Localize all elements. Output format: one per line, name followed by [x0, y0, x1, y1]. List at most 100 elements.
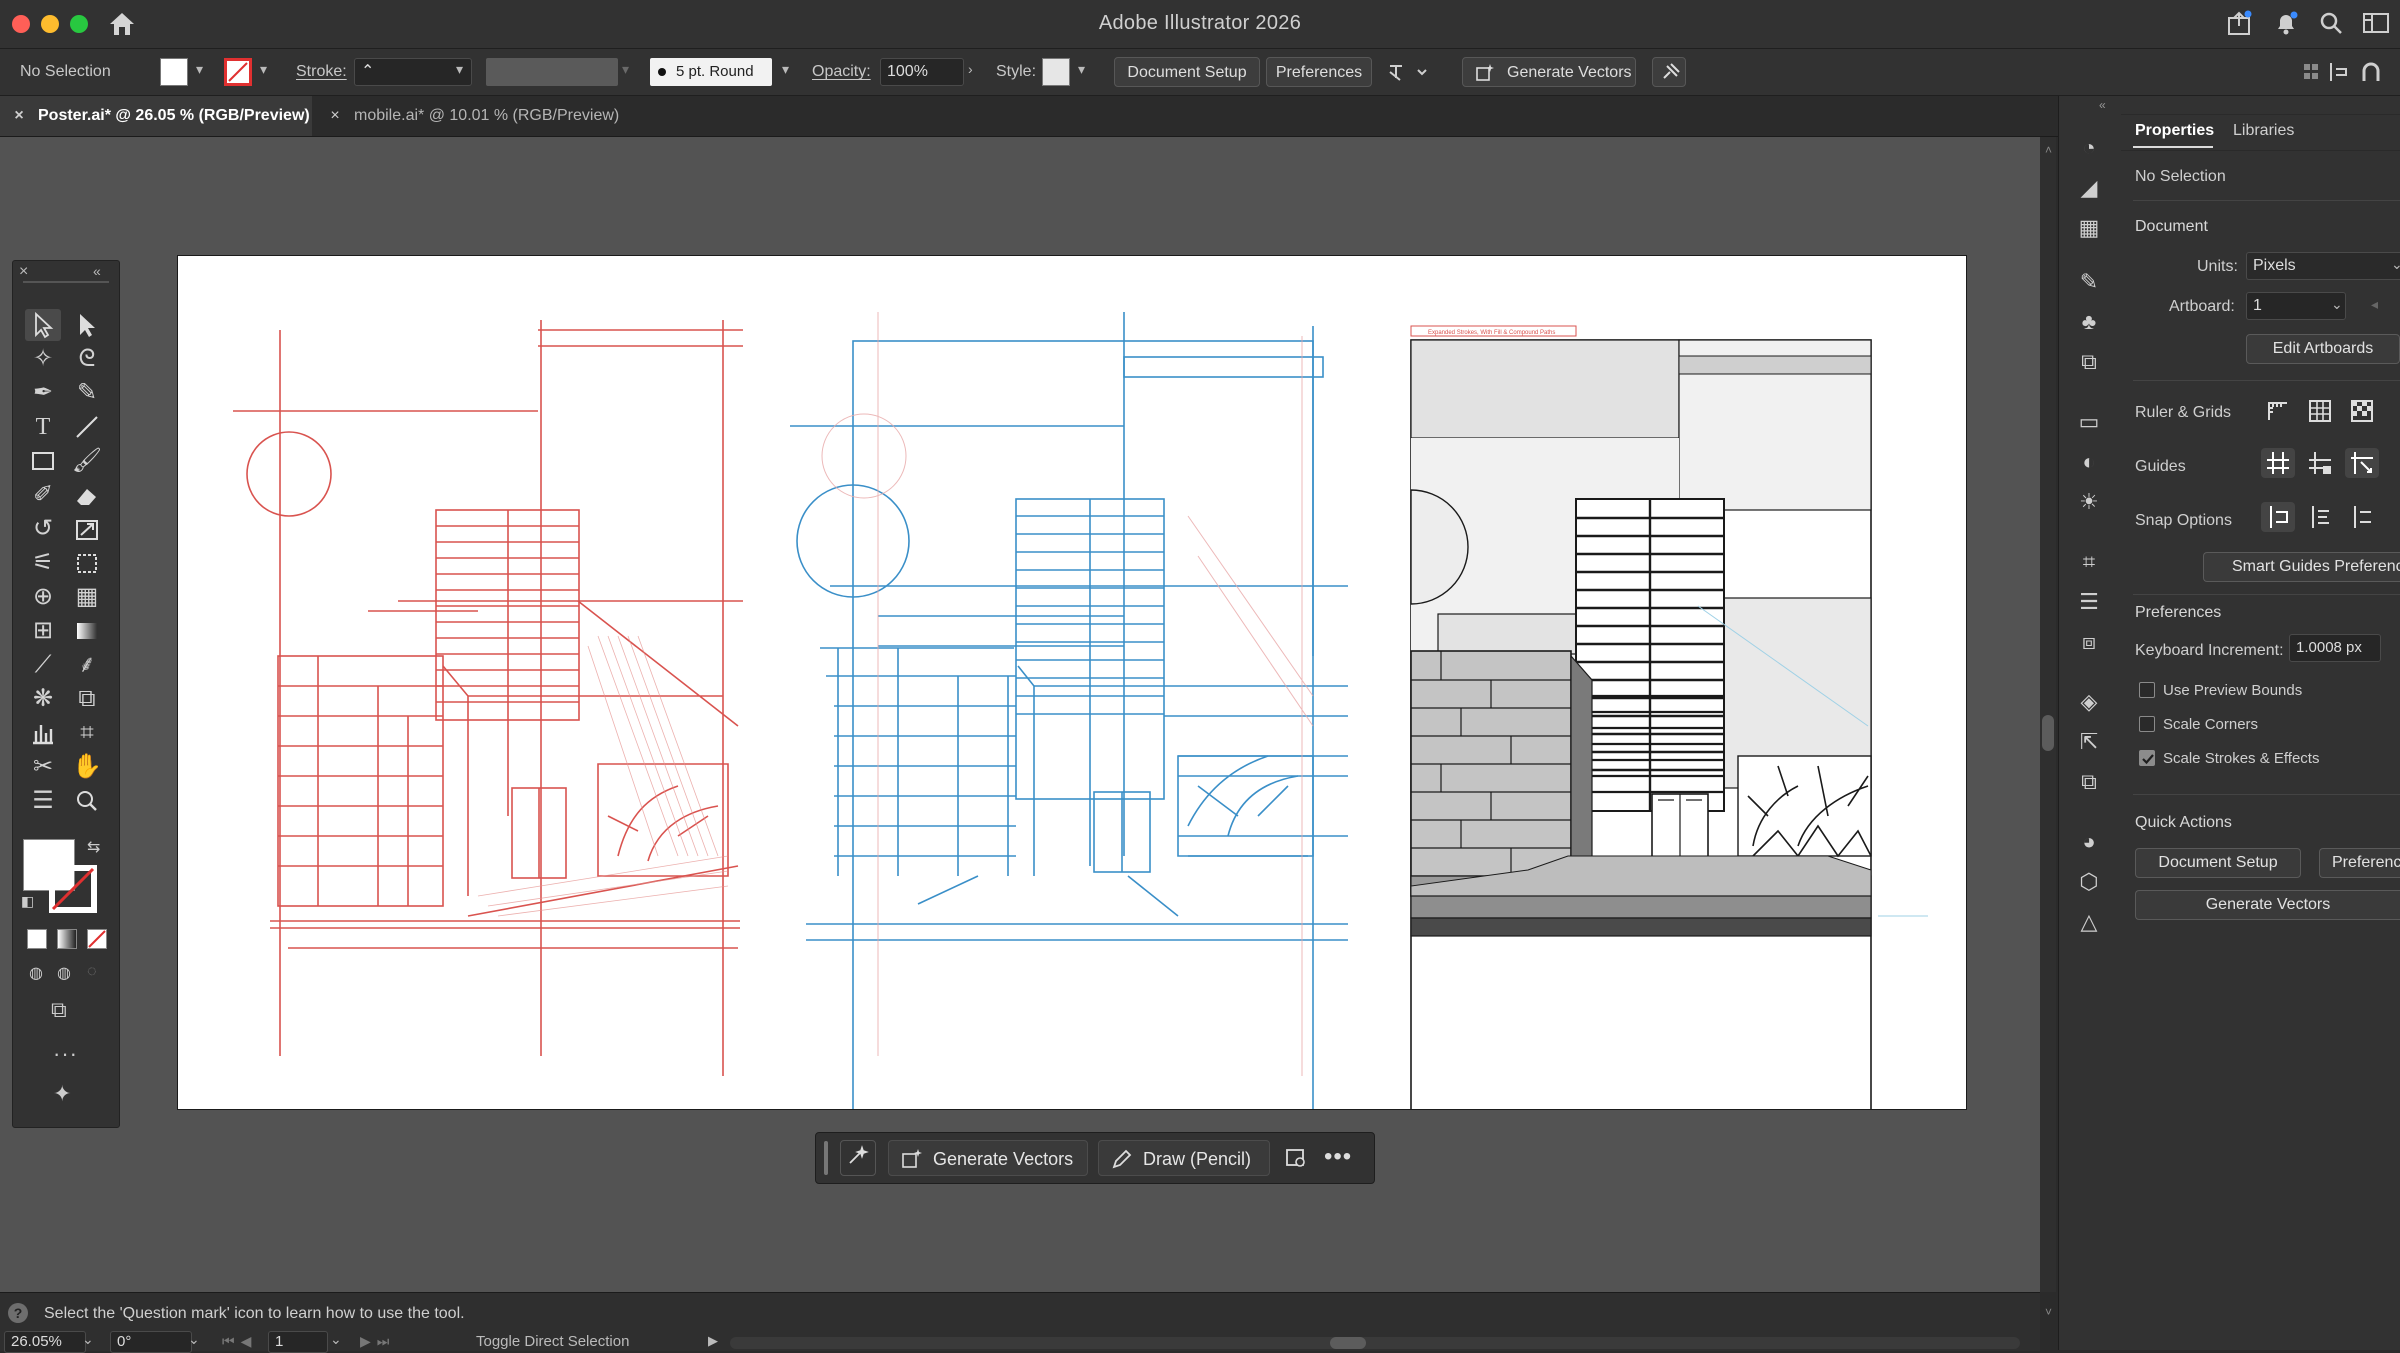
collapse-icon[interactable]: «	[2099, 98, 2106, 112]
transparency-panel-icon[interactable]: ◐	[2073, 446, 2105, 478]
none-mode-icon[interactable]	[87, 929, 107, 949]
eraser-tool-icon[interactable]	[69, 479, 105, 511]
symbols-panel-icon[interactable]: ♣	[2073, 306, 2105, 338]
variable-width-profile[interactable]	[486, 58, 618, 86]
smart-guides-preferences-button[interactable]: Smart Guides Preferences	[2203, 552, 2400, 582]
transform-panel-icon[interactable]: ⌗	[2073, 546, 2105, 578]
tab-properties[interactable]: Properties	[2135, 122, 2214, 140]
shape-builder-tool-icon[interactable]: ⊕	[25, 581, 61, 613]
chevron-down-icon[interactable]: ⌄	[330, 1331, 342, 1348]
scale-strokes-effects-checkbox[interactable]	[2139, 750, 2155, 766]
close-icon[interactable]: ×	[19, 263, 28, 281]
brushes-panel-icon[interactable]: ✎	[2073, 266, 2105, 298]
grid-icon[interactable]	[2303, 396, 2337, 426]
search-icon[interactable]	[2318, 10, 2344, 36]
free-transform-tool-icon[interactable]	[69, 547, 105, 579]
artboards-panel-icon[interactable]: ⧉	[2073, 766, 2105, 798]
properties-extra-icon[interactable]: △	[2073, 906, 2105, 938]
paintbrush-tool-icon[interactable]: 🖌	[69, 445, 105, 477]
column-graph-tool-icon[interactable]	[25, 717, 61, 749]
drag-handle[interactable]	[824, 1141, 828, 1175]
live-paint-tool-icon[interactable]: ⧉	[69, 683, 105, 715]
close-icon[interactable]: ×	[8, 96, 30, 136]
color-panel-icon[interactable]: ◔	[2073, 132, 2105, 164]
chevron-down-icon[interactable]: ▾	[456, 61, 463, 78]
color-guide-icon[interactable]: ◢	[2073, 172, 2105, 204]
type-tool-icon[interactable]: T	[25, 411, 61, 443]
mesh-tool-icon[interactable]: ⊞	[25, 615, 61, 647]
quick-document-setup-button[interactable]: Document Setup	[2135, 848, 2301, 878]
preferences-button[interactable]: Preferences	[1266, 57, 1372, 87]
magnet-icon[interactable]	[2360, 61, 2382, 83]
symbol-sprayer-tool-icon[interactable]: ❋	[25, 683, 61, 715]
brush-definition[interactable]: 5 pt. Round	[650, 58, 772, 86]
edit-artboards-button[interactable]: Edit Artboards	[2246, 334, 2400, 364]
workspace-switcher-icon[interactable]	[2362, 10, 2390, 36]
quick-preferences-button[interactable]: Preferences	[2319, 848, 2400, 878]
snap-icon[interactable]	[2328, 61, 2350, 83]
chevron-down-icon[interactable]: ⌄	[2391, 256, 2400, 273]
tab-poster[interactable]: × Poster.ai* @ 26.05 % (RGB/Preview)	[0, 96, 312, 136]
collapse-icon[interactable]: «	[93, 263, 101, 279]
pin-icon[interactable]: ✦	[53, 1081, 71, 1107]
fill-swatch[interactable]	[160, 58, 188, 86]
layers-panel-icon[interactable]: ◈	[2073, 686, 2105, 718]
selection-tool-icon[interactable]	[25, 309, 61, 341]
swap-colors-icon[interactable]: ⇆	[87, 837, 100, 857]
perspective-grid-tool-icon[interactable]: ▦	[69, 581, 105, 613]
curvature-tool-icon[interactable]: ✎	[69, 377, 105, 409]
quick-generate-vectors-button[interactable]: Generate Vectors	[2135, 890, 2400, 920]
align-tool-icon[interactable]: ☰	[25, 785, 61, 817]
magic-wand-tool-icon[interactable]: ✧	[25, 343, 61, 375]
draw-inside-icon[interactable]: ◌	[87, 963, 97, 981]
question-mark-icon[interactable]: ?	[8, 1303, 28, 1323]
opacity-label[interactable]: Opacity:	[812, 63, 871, 81]
stroke-label[interactable]: Stroke:	[296, 63, 347, 81]
vertical-scrollbar[interactable]: ˄ ˅	[2040, 137, 2056, 1319]
tab-libraries[interactable]: Libraries	[2233, 122, 2294, 140]
gradient-mode-icon[interactable]	[57, 929, 77, 949]
default-colors-icon[interactable]: ◧	[21, 893, 34, 910]
swatches-panel-icon[interactable]: ▦	[2073, 212, 2105, 244]
guides-show-icon[interactable]	[2261, 448, 2295, 478]
notifications-icon[interactable]	[2273, 10, 2299, 36]
chevron-up-icon[interactable]: ˄	[2045, 143, 2052, 157]
artboard-nav-icon[interactable]: ◂	[2371, 296, 2378, 313]
blend-tool-icon[interactable]: ⟋	[25, 649, 61, 681]
ink-drawing[interactable]: Expanded Strokes, With Fill & Compound P…	[1410, 325, 1928, 1109]
pathfinder-panel-icon[interactable]: ⧈	[2073, 626, 2105, 658]
chevron-down-icon[interactable]: ▾	[260, 61, 267, 78]
3d-materials-icon[interactable]: ⬡	[2073, 866, 2105, 898]
guides-smart-icon[interactable]	[2345, 448, 2379, 478]
graphic-style-swatch[interactable]	[1042, 58, 1070, 86]
artboard-nav-prev-icon[interactable]: ⏮◀	[222, 1333, 257, 1350]
chevron-right-icon[interactable]: ▶	[708, 1333, 718, 1349]
lasso-tool-icon[interactable]: ᘓ	[69, 343, 105, 375]
chevron-down-icon[interactable]: ▾	[196, 61, 203, 78]
more-options-icon[interactable]: •••	[1324, 1143, 1352, 1171]
hand-tool-icon[interactable]: ✋	[69, 751, 105, 783]
zoom-tool-icon[interactable]	[69, 785, 105, 817]
chevron-down-icon[interactable]: ▾	[782, 61, 789, 78]
rectangle-tool-icon[interactable]	[25, 445, 61, 477]
libraries-icon[interactable]: ◕	[2073, 826, 2105, 858]
align-panel-icon[interactable]: ☰	[2073, 586, 2105, 618]
pen-tool-icon[interactable]: ✒	[25, 377, 61, 409]
stroke-color-box[interactable]	[49, 865, 97, 913]
snap-to-pixel-icon[interactable]	[2303, 502, 2337, 532]
align-icon[interactable]	[2302, 61, 2320, 83]
keyboard-increment-field[interactable]: 1.0008 px	[2289, 634, 2381, 662]
arrange-documents-icon[interactable]	[1388, 62, 1428, 84]
more-tools-icon[interactable]: ···	[53, 1041, 78, 1067]
guides-lock-icon[interactable]	[2303, 448, 2337, 478]
ruler-icon[interactable]	[2261, 396, 2295, 426]
snap-to-glyph-icon[interactable]	[2345, 502, 2379, 532]
draw-pencil-button[interactable]: Draw (Pencil)	[1098, 1140, 1270, 1176]
units-select[interactable]: Pixels	[2246, 252, 2400, 280]
gradient-panel-icon[interactable]: ▭	[2073, 406, 2105, 438]
horizontal-scrollbar[interactable]	[730, 1337, 2020, 1349]
chevron-right-icon[interactable]: ›	[968, 61, 973, 77]
share-icon[interactable]	[2226, 10, 2252, 36]
rotate-tool-icon[interactable]: ↺	[25, 513, 61, 545]
document-setup-button[interactable]: Document Setup	[1114, 57, 1260, 87]
